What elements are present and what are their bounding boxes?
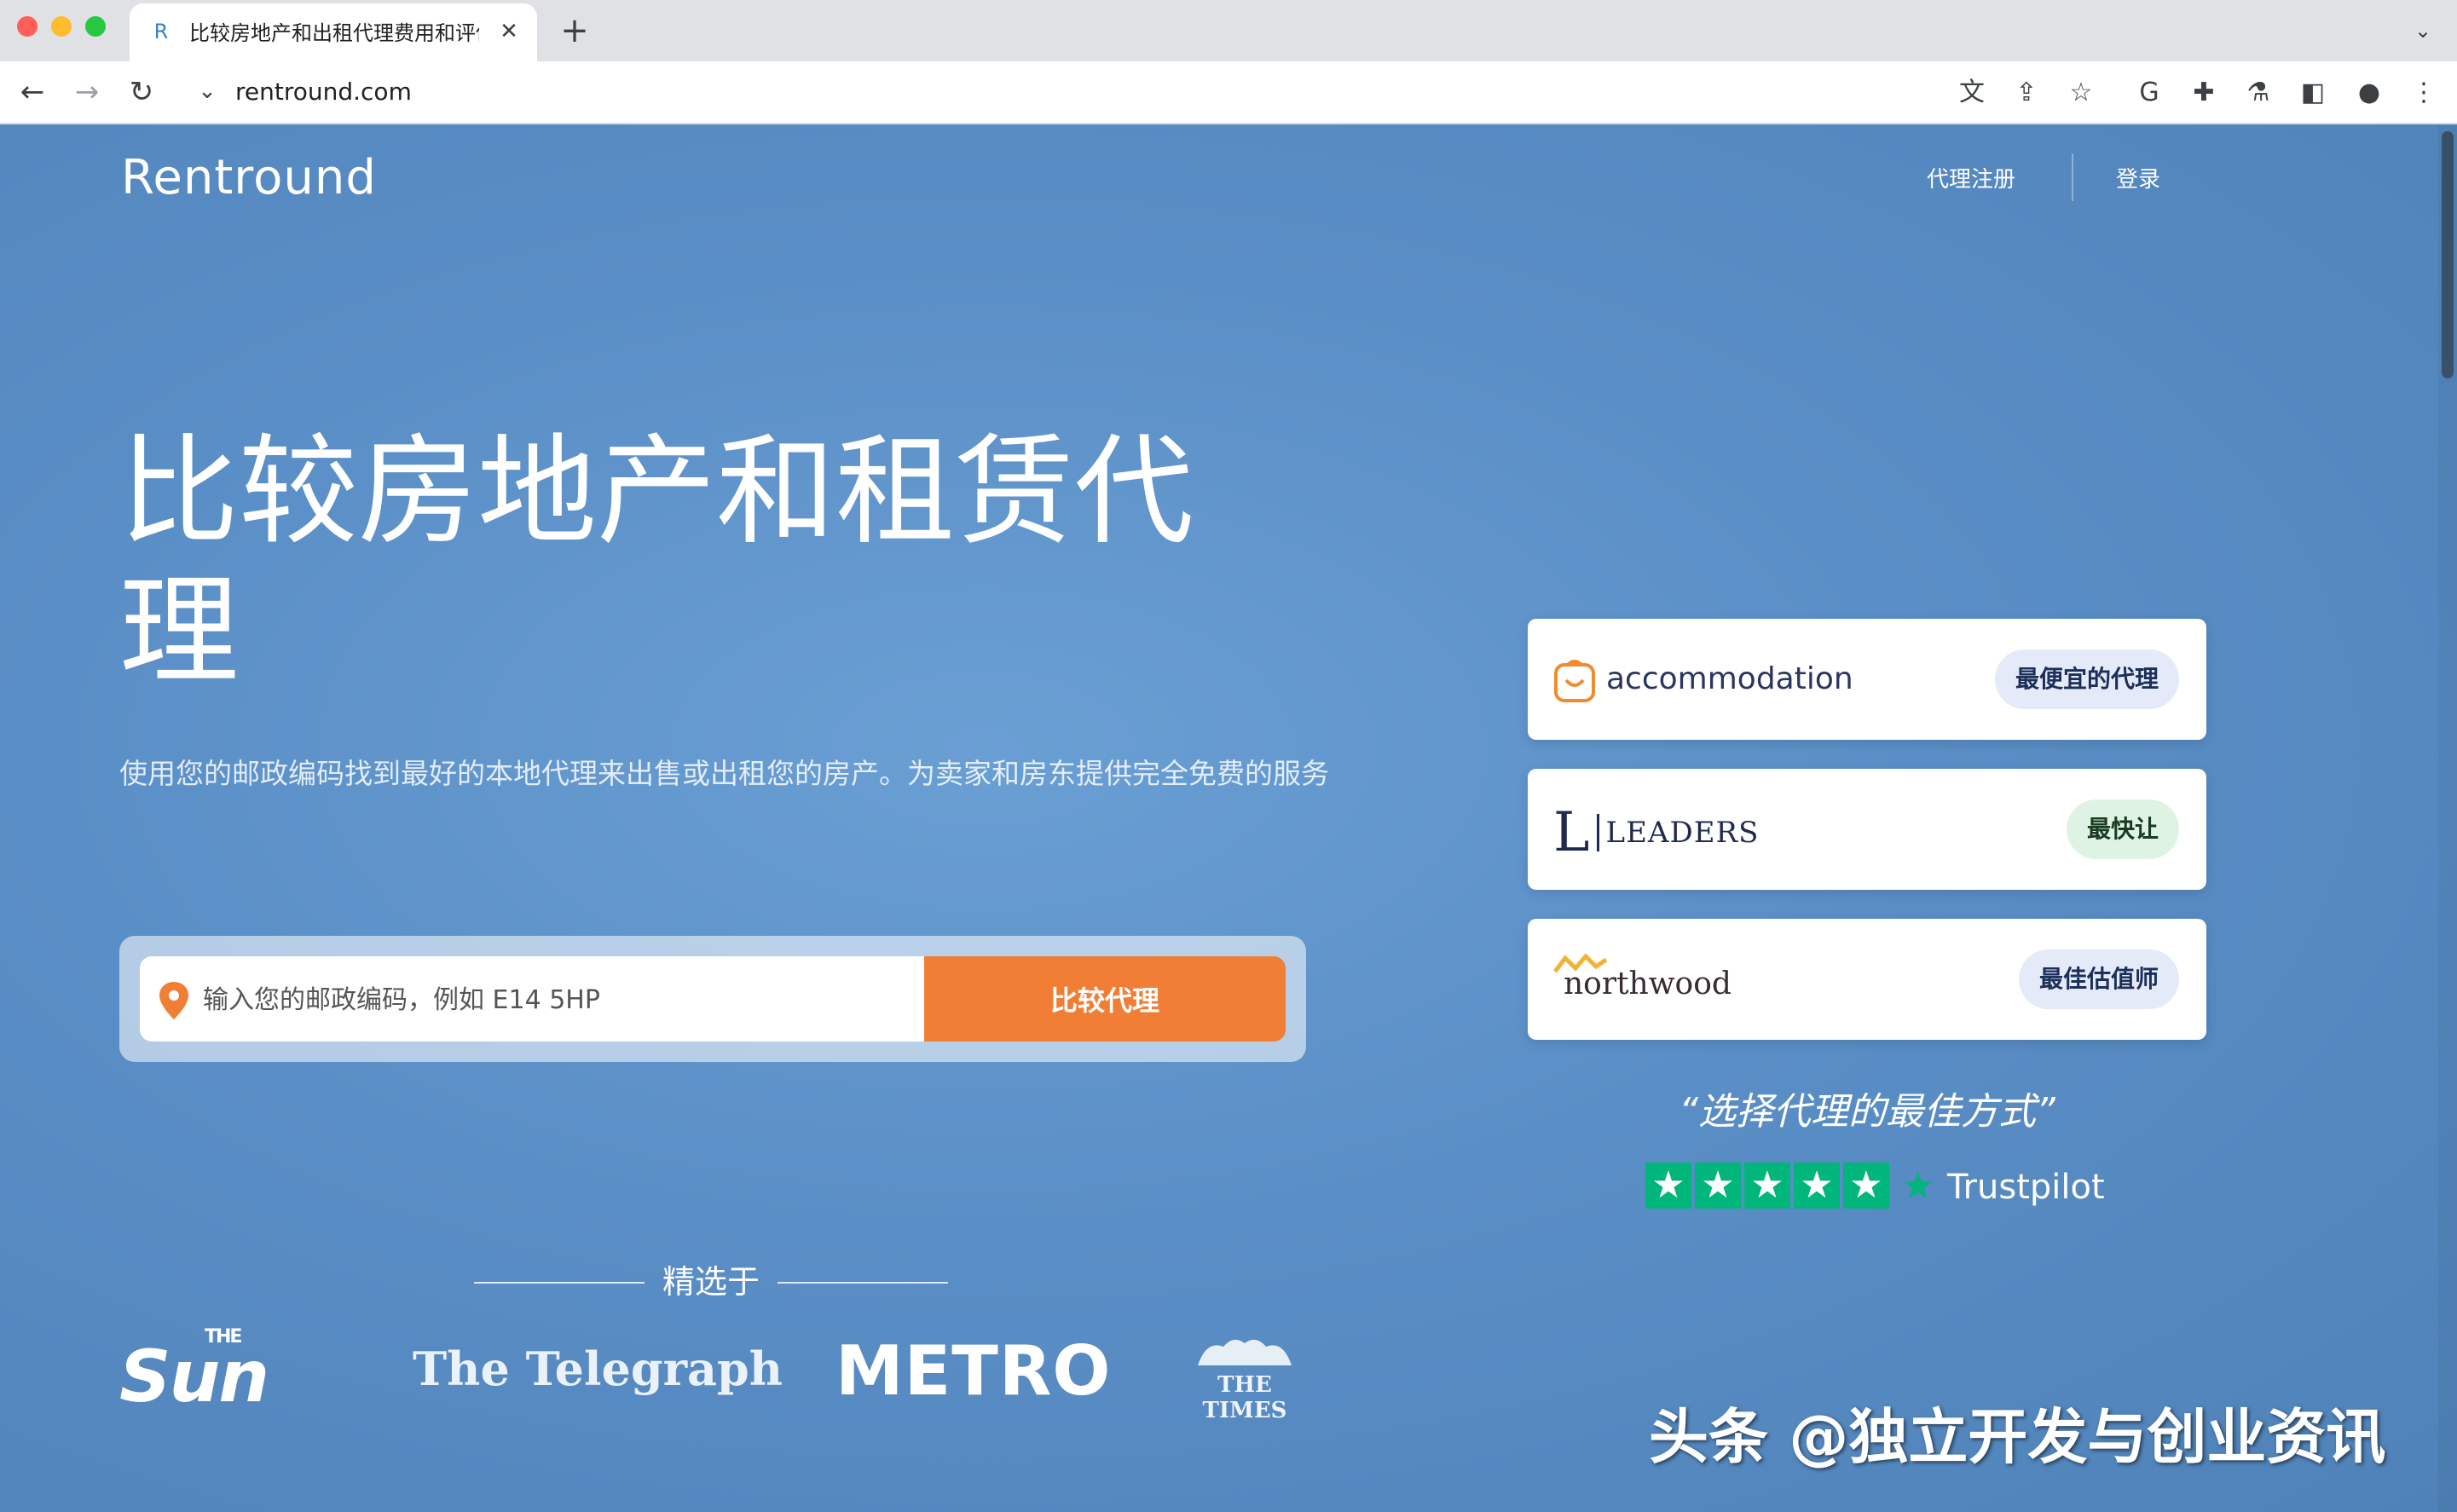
rentround-logo[interactable]: Rentround bbox=[121, 150, 377, 205]
menu-icon[interactable]: ⋮ bbox=[2408, 77, 2440, 109]
trustpilot-wordmark: Trustpilot bbox=[1947, 1168, 2105, 1207]
accommodation-name: accommodation bbox=[1606, 661, 1853, 696]
login-link[interactable]: 登录 bbox=[2116, 162, 2160, 193]
telegraph-logo: The Telegraph bbox=[413, 1342, 783, 1396]
site-info-chevron-icon[interactable]: ⌄ bbox=[194, 78, 220, 104]
agent-card-accommodation[interactable]: accommodation 最便宜的代理 bbox=[1528, 619, 2206, 740]
scrollbar-thumb[interactable] bbox=[2442, 131, 2454, 378]
profile-icon[interactable]: ● bbox=[2353, 77, 2385, 109]
the-times-logo: THE TIMES bbox=[1176, 1331, 1313, 1423]
the-sun-logo: THE Sun bbox=[119, 1335, 268, 1418]
agent-card-leaders[interactable]: LLEADERS 最快让 bbox=[1528, 769, 2206, 890]
cheapest-agent-badge: 最便宜的代理 bbox=[1995, 649, 2179, 709]
hero-title: 比较房地产和租赁代理 bbox=[119, 423, 1253, 702]
new-tab-button[interactable]: + bbox=[556, 12, 593, 49]
agent-register-link[interactable]: 代理注册 bbox=[1927, 162, 2015, 193]
leaders-monogram: L bbox=[1553, 801, 1590, 864]
share-icon[interactable]: ⇪ bbox=[2010, 77, 2043, 109]
labs-icon[interactable]: ⚗ bbox=[2242, 77, 2275, 109]
featured-line-right bbox=[778, 1282, 948, 1284]
nav-divider bbox=[2072, 153, 2073, 201]
metro-logo: METRO bbox=[835, 1331, 1111, 1411]
forward-arrow-icon[interactable]: → bbox=[70, 75, 104, 109]
trustpilot-star-icon: ★ bbox=[1843, 1163, 1889, 1209]
postcode-field[interactable] bbox=[140, 956, 924, 1042]
window-minimize-button[interactable] bbox=[51, 16, 72, 37]
extensions-icon[interactable]: ✚ bbox=[2188, 77, 2220, 109]
star-icon[interactable]: ☆ bbox=[2065, 77, 2097, 109]
browser-tab-bar: R 比较房地产和出租代理费用和评估 ✕ + ⌄ bbox=[0, 0, 2457, 61]
back-arrow-icon[interactable]: ← bbox=[15, 75, 49, 109]
review-quote: “选择代理的最佳方式” bbox=[1528, 1081, 2206, 1135]
leaders-name: LEADERS bbox=[1606, 816, 1760, 850]
agent-card-northwood[interactable]: northwood 最佳估值师 bbox=[1528, 919, 2206, 1040]
tab-title: 比较房地产和出租代理费用和评估 bbox=[189, 20, 479, 46]
trustpilot-star-icon: ★ bbox=[1744, 1163, 1790, 1209]
the-sun-word: Sun bbox=[119, 1335, 268, 1418]
window-zoom-button[interactable] bbox=[85, 16, 106, 37]
sidepanel-icon[interactable]: ◧ bbox=[2297, 77, 2329, 109]
scrollbar[interactable] bbox=[2438, 124, 2457, 1512]
accommodation-bag-icon bbox=[1553, 658, 1596, 702]
times-crest-icon bbox=[1189, 1331, 1300, 1369]
trustpilot-logo-star-icon: ★ bbox=[1901, 1166, 1934, 1207]
url-text[interactable]: rentround.com bbox=[235, 78, 412, 106]
trustpilot-star-icon: ★ bbox=[1794, 1163, 1840, 1209]
tab-close-icon[interactable]: ✕ bbox=[496, 19, 522, 44]
trustpilot-star-icon: ★ bbox=[1695, 1163, 1741, 1209]
the-sun-the: THE bbox=[205, 1326, 240, 1348]
leaders-logo-divider bbox=[1597, 814, 1599, 851]
compare-agents-button[interactable]: 比较代理 bbox=[924, 956, 1286, 1042]
browser-tab-active[interactable]: R 比较房地产和出租代理费用和评估 ✕ bbox=[130, 3, 537, 61]
browser-toolbar: ← → ↻ ⌄ rentround.com 文 ⇪ ☆ G ✚ ⚗ ◧ ● ⋮ bbox=[0, 61, 2457, 124]
watermark: 头条 @独立开发与创业资讯 bbox=[1649, 1389, 2385, 1475]
window-close-button[interactable] bbox=[17, 16, 38, 37]
tab-search-chevron-icon[interactable]: ⌄ bbox=[2408, 15, 2438, 46]
location-pin-icon bbox=[157, 980, 191, 1021]
the-times-word: THE TIMES bbox=[1203, 1372, 1287, 1423]
postcode-search-form: 比较代理 bbox=[119, 936, 1306, 1062]
translate-icon[interactable]: 文 bbox=[1956, 77, 1988, 109]
postcode-input[interactable] bbox=[201, 956, 912, 1043]
hero-subtitle: 使用您的邮政编码找到最好的本地代理来出售或出租您的房产。为卖家和房东提供完全免费… bbox=[119, 740, 1330, 808]
page-content: Rentround 代理注册 登录 比较房地产和租赁代理 使用您的邮政编码找到最… bbox=[0, 124, 2457, 1512]
grammarly-icon[interactable]: G bbox=[2133, 77, 2165, 109]
reload-icon[interactable]: ↻ bbox=[124, 75, 159, 109]
rentround-favicon-icon: R bbox=[150, 20, 172, 43]
trustpilot-star-icon: ★ bbox=[1645, 1163, 1691, 1209]
featured-in-divider: 精选于 bbox=[474, 1263, 948, 1301]
best-valuer-badge: 最佳估值师 bbox=[2019, 949, 2179, 1009]
address-bar[interactable]: ⌄ rentround.com bbox=[181, 70, 2107, 114]
fastest-let-badge: 最快让 bbox=[2067, 799, 2179, 859]
trustpilot-rating[interactable]: ★ ★ ★ ★ ★ ★ Trustpilot bbox=[1645, 1163, 2123, 1210]
leaders-logo: LLEADERS bbox=[1553, 801, 1759, 857]
northwood-name: northwood bbox=[1564, 967, 1731, 1001]
